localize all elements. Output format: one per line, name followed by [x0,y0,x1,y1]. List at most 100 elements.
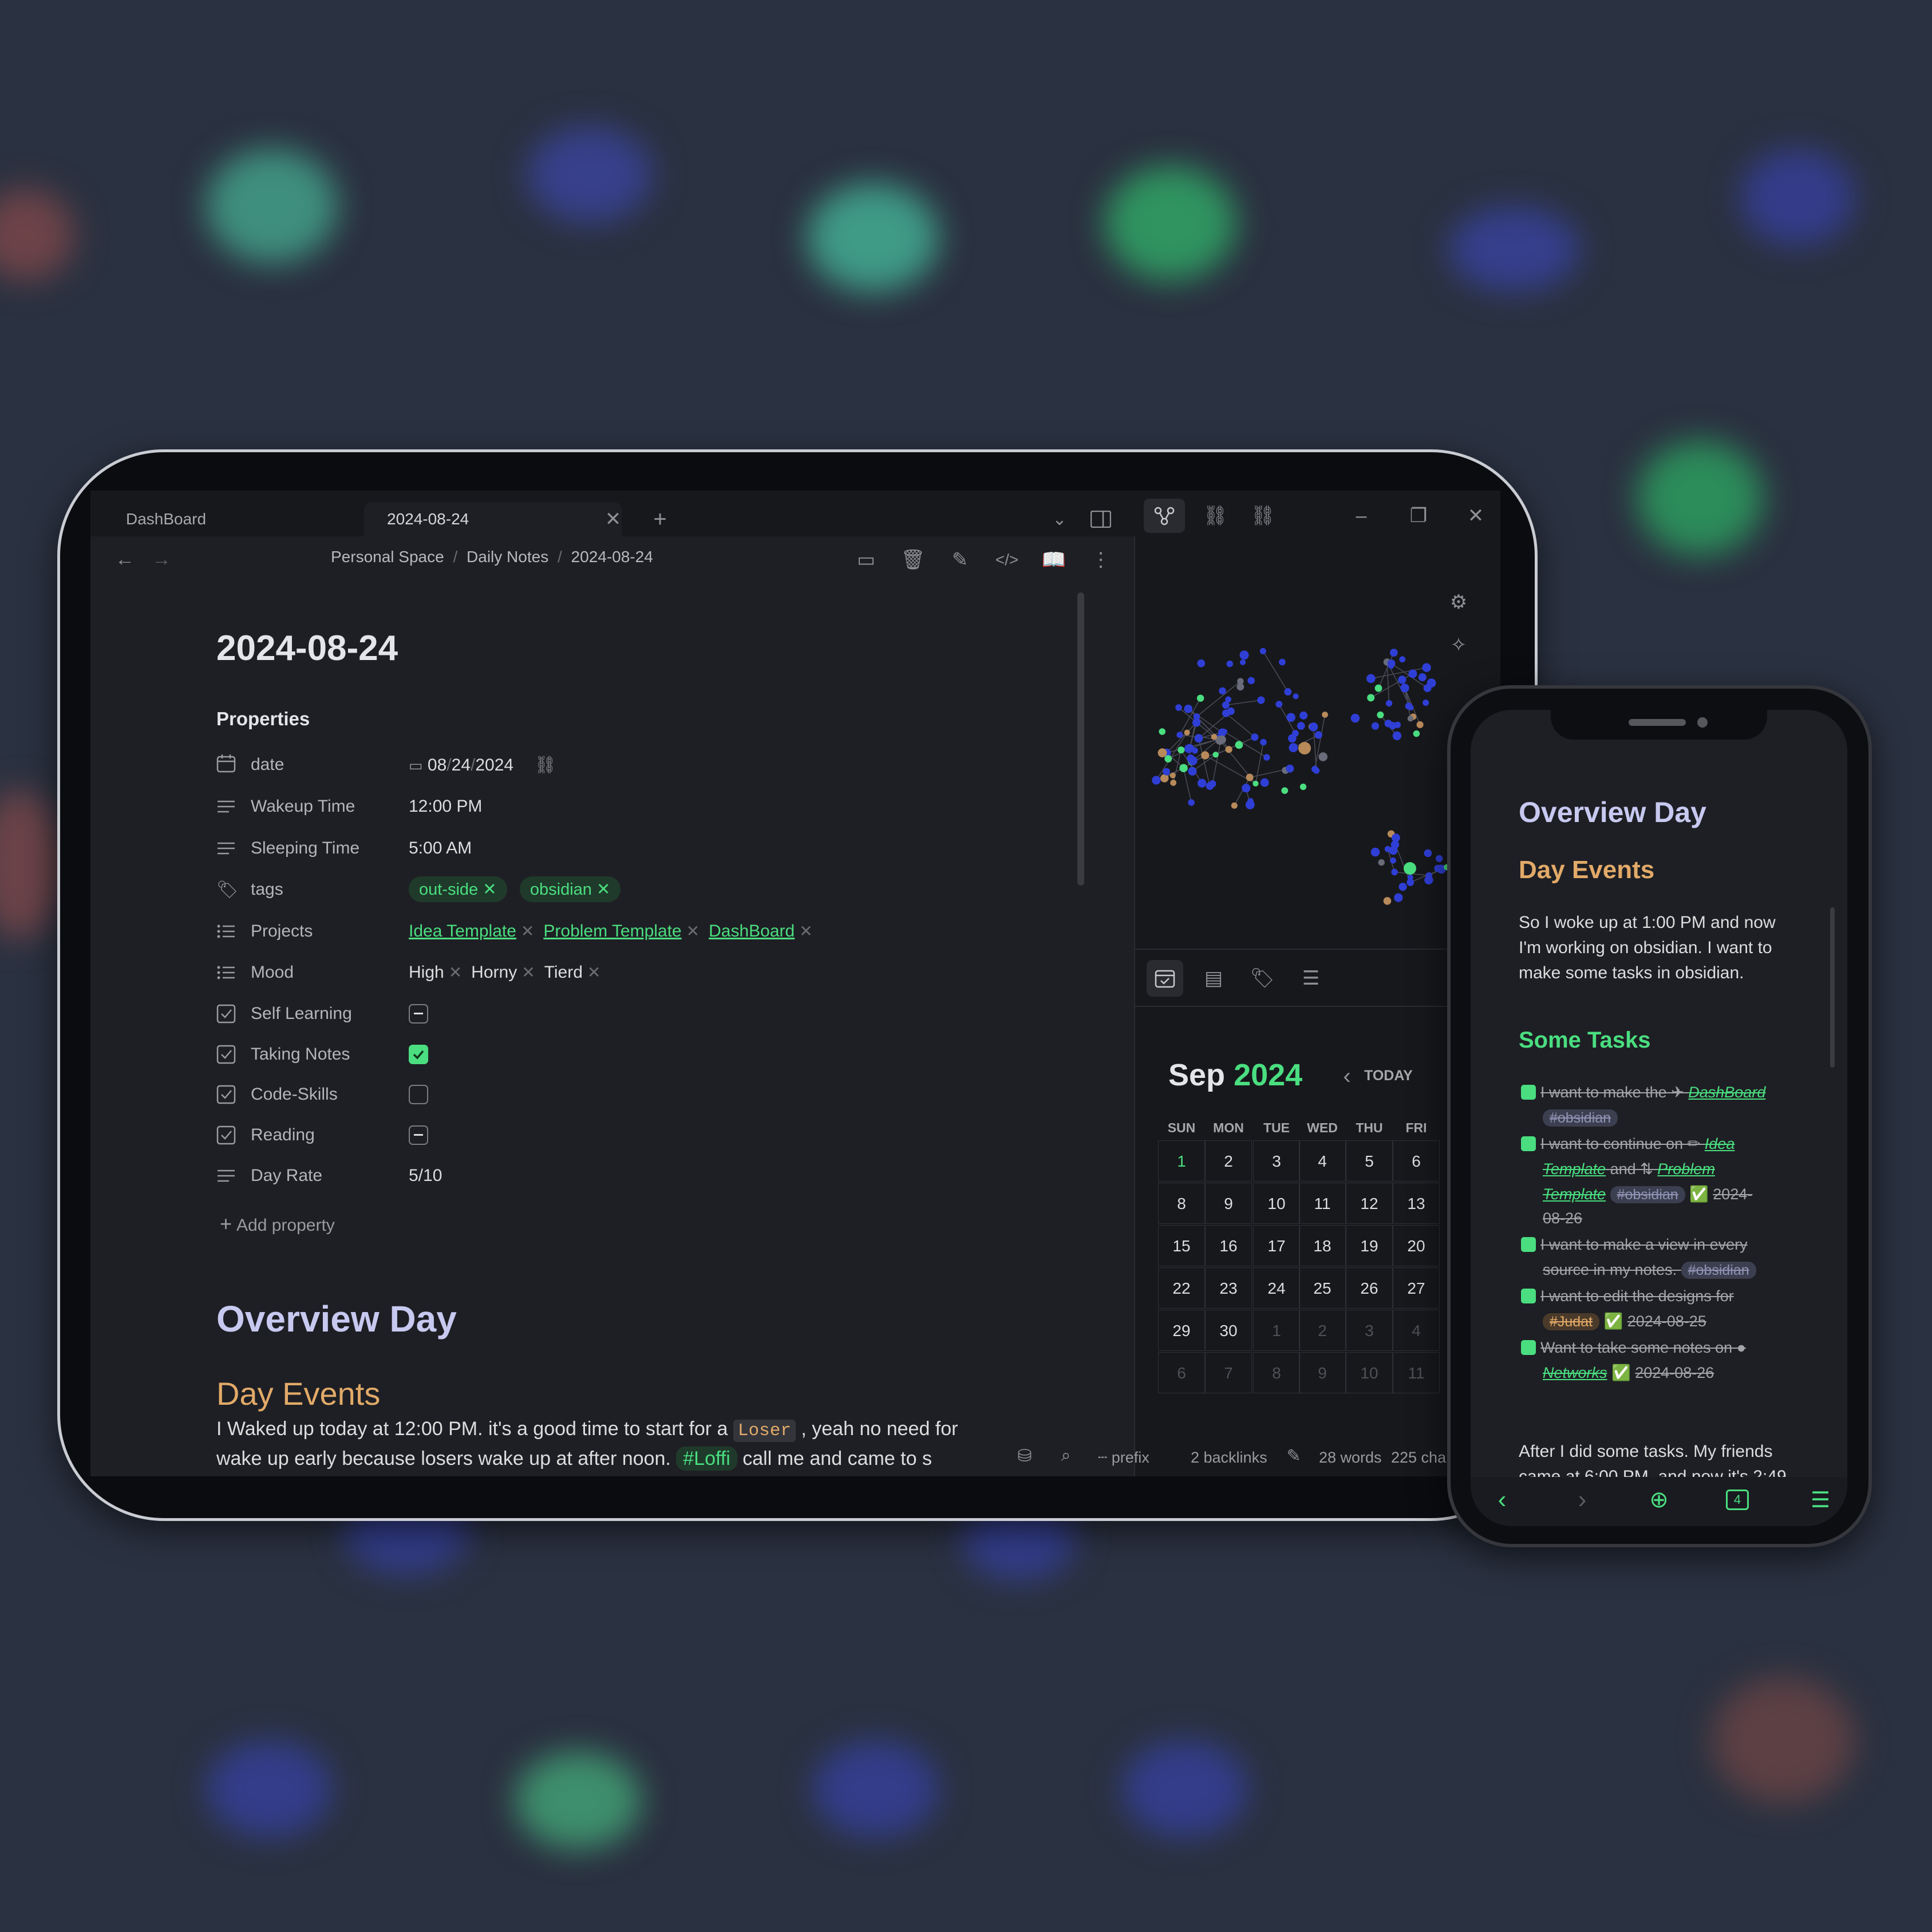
minimize-icon[interactable]: – [1344,499,1378,533]
tags-tab-icon[interactable]: 🏷 [1244,960,1281,997]
graph-node[interactable] [1318,752,1328,761]
graph-node[interactable] [1371,722,1379,730]
graph-node[interactable] [1313,767,1320,774]
calendar-day[interactable]: 15 [1158,1225,1205,1266]
chevron-down-icon[interactable]: ⌄ [1045,502,1074,536]
graph-node[interactable] [1235,741,1243,749]
calendar-day[interactable]: 4 [1299,1140,1346,1182]
calendar-day[interactable]: 11 [1299,1183,1346,1224]
graph-node[interactable] [1184,729,1190,736]
sidebar-toggle-icon[interactable] [1086,502,1115,536]
graph-node[interactable] [1309,722,1318,732]
forward-arrow-icon[interactable]: → [150,548,173,571]
remove-icon[interactable]: ✕ [521,922,534,940]
graph-node[interactable] [1384,720,1392,728]
phone-scrollbar[interactable] [1830,907,1835,1068]
phone-tabs-button[interactable]: 4 [1726,1490,1749,1510]
graph-node[interactable] [1188,767,1197,776]
property-value-mood[interactable]: High ✕ Horny ✕ Tierd ✕ [409,963,610,982]
task-tag[interactable]: #obsidian [1610,1186,1685,1203]
graph-node[interactable] [1152,776,1161,785]
graph-node[interactable] [1222,709,1230,717]
graph-node[interactable] [1253,780,1259,787]
calendar-day[interactable]: 18 [1299,1225,1346,1266]
outline-icon[interactable]: ☰ [1293,960,1329,997]
tag-chip[interactable]: obsidian ✕ [519,876,621,902]
prev-month-icon[interactable]: ‹ [1333,1062,1361,1091]
editor-scrollbar[interactable] [1077,592,1084,886]
calendar-day[interactable]: 6 [1158,1352,1205,1393]
property-name-projects[interactable]: Projects [251,922,313,941]
calendar-day[interactable]: 30 [1205,1310,1252,1351]
graph-node[interactable] [1392,833,1400,842]
graph-node[interactable] [1378,859,1385,866]
breadcrumb-personal-space[interactable]: Personal Space [331,548,444,566]
graph-node[interactable] [1398,883,1407,891]
graph-node[interactable] [1247,677,1255,685]
outgoing-links-icon[interactable]: ⛓ [1246,499,1280,533]
calendar-day[interactable]: 24 [1253,1267,1300,1309]
graph-node[interactable] [1246,773,1254,781]
graph-node[interactable] [1159,728,1166,735]
task-link[interactable]: DashBoard [1688,1084,1765,1101]
calendar-tab-icon[interactable] [1147,960,1183,997]
calendar-day[interactable]: 4 [1393,1310,1440,1351]
graph-node[interactable] [1392,731,1402,741]
graph-node[interactable] [1406,879,1415,886]
archive-icon[interactable]: ▤ [1195,960,1232,997]
phone-new-note-icon[interactable]: ⊕ [1645,1483,1673,1517]
graph-node[interactable] [1394,721,1401,728]
phone-forward-icon[interactable]: › [1568,1483,1597,1517]
property-value-sleeping-time[interactable]: 5:00 AM [409,839,472,858]
graph-node[interactable] [1279,658,1286,666]
graph-node[interactable] [1251,733,1259,741]
graph-node[interactable] [1263,754,1270,761]
graph-node[interactable] [1245,800,1255,809]
graph-node[interactable] [1281,787,1289,794]
checkbox-indeterminate[interactable] [409,1004,428,1024]
graph-node[interactable] [1188,799,1195,806]
remove-icon[interactable]: ✕ [483,880,496,899]
add-property-button[interactable]: + Add property [220,1212,335,1236]
reading-view-icon[interactable]: 📖 [1040,546,1068,574]
graph-node[interactable] [1175,704,1182,711]
task-link[interactable]: Networks [1543,1364,1607,1381]
graph-node[interactable] [1366,674,1376,683]
graph-node[interactable] [1226,660,1234,667]
graph-node[interactable] [1399,656,1406,663]
graph-node[interactable] [1170,780,1177,786]
graph-node[interactable] [1367,694,1375,702]
graph-node[interactable] [1242,784,1251,793]
task-link[interactable]: Idea [1705,1135,1735,1152]
more-options-icon[interactable]: ⋮ [1086,546,1115,574]
graph-node[interactable] [1218,735,1226,744]
graph-node[interactable] [1385,700,1393,707]
property-value-tags[interactable]: out-side ✕ obsidian ✕ [409,876,629,902]
project-link[interactable]: Idea Template [409,922,516,941]
task-item[interactable]: I want to continue on ✏ Idea [1521,1131,1735,1156]
phone-back-icon[interactable]: ‹ [1488,1483,1516,1517]
graph-node[interactable] [1206,782,1214,790]
graph-node[interactable] [1407,715,1414,722]
remove-icon[interactable]: ✕ [596,880,610,899]
graph-node[interactable] [1374,684,1382,692]
property-name-code-skills[interactable]: Code-Skills [251,1085,338,1104]
calendar-day[interactable]: 3 [1346,1310,1393,1351]
task-link[interactable]: Problem [1657,1160,1715,1178]
graph-node[interactable] [1237,678,1244,685]
graph-node[interactable] [1163,768,1171,776]
calendar-day[interactable]: 16 [1205,1225,1252,1266]
calendar-day[interactable]: 11 [1393,1352,1440,1393]
graph-node[interactable] [1188,756,1198,765]
graph-hub-node[interactable] [1298,742,1311,754]
graph-node[interactable] [1257,696,1265,704]
graph-node[interactable] [1239,650,1249,660]
graph-node[interactable] [1196,694,1204,702]
graph-node[interactable] [1389,649,1398,657]
calendar-day[interactable]: 7 [1205,1352,1252,1393]
calendar-day[interactable]: 9 [1299,1352,1346,1393]
property-name-wakeup-time[interactable]: Wakeup Time [251,797,355,816]
calendar-day[interactable]: 20 [1393,1225,1440,1266]
graph-node[interactable] [1225,746,1232,753]
task-checkbox[interactable] [1521,1289,1536,1303]
